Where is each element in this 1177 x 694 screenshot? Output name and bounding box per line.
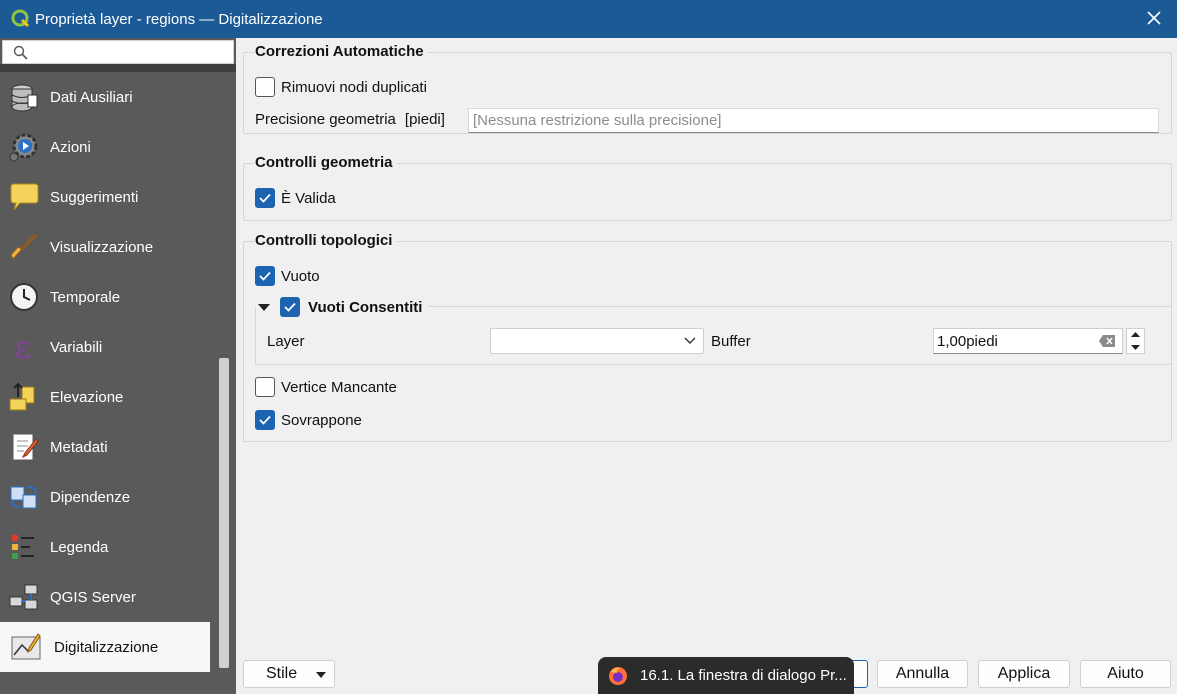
allowed-gaps-checkbox[interactable] <box>280 297 300 317</box>
brush-icon <box>7 230 41 264</box>
remove-duplicates-checkbox[interactable] <box>255 77 275 97</box>
style-button-label: Stile <box>266 665 298 682</box>
precision-input[interactable]: [Nessuna restrizione sulla precisione] <box>468 108 1159 133</box>
spin-down-icon[interactable] <box>1127 341 1144 353</box>
apply-button[interactable]: Applica <box>978 660 1070 688</box>
qgis-logo-icon <box>11 9 30 28</box>
main-panel: Correzioni Automatiche Rimuovi nodi dupl… <box>236 38 1177 694</box>
sidebar-item-label: Dati Ausiliari <box>50 88 133 106</box>
auto-corrections-title: Correzioni Automatiche <box>255 43 428 60</box>
buffer-value: 1,00piedi <box>937 333 998 350</box>
server-icon <box>7 580 41 614</box>
check-icon <box>259 415 271 425</box>
sidebar-item-label: Elevazione <box>50 388 124 406</box>
dependencies-icon <box>7 480 41 514</box>
cancel-button[interactable]: Annulla <box>877 660 968 688</box>
gap-row[interactable]: Vuoto <box>255 266 320 286</box>
allowed-gaps-header[interactable]: Vuoti Consentiti <box>256 297 429 317</box>
sidebar-item-label: Legenda <box>50 538 109 556</box>
sidebar-item-label: Suggerimenti <box>50 188 139 206</box>
missing-vertex-label: Vertice Mancante <box>281 378 397 396</box>
sidebar-item-azioni[interactable]: Azioni <box>0 122 210 172</box>
digitizing-icon <box>9 630 43 664</box>
gap-checkbox[interactable] <box>255 266 275 286</box>
elevation-icon <box>7 380 41 414</box>
title-bar: Proprietà layer - regions — Digitalizzaz… <box>0 0 1177 38</box>
check-icon <box>284 302 296 312</box>
legend-icon <box>7 530 41 564</box>
sidebar-item-metadati[interactable]: Metadati <box>0 422 210 472</box>
overlaps-row[interactable]: Sovrappone <box>255 410 362 430</box>
close-icon[interactable] <box>1145 9 1163 27</box>
buffer-label: Buffer <box>711 333 751 350</box>
missing-vertex-row[interactable]: Vertice Mancante <box>255 377 397 397</box>
precision-label: Precisione geometria <box>255 111 396 128</box>
gear-play-icon <box>7 130 41 164</box>
taskbar-preview-text: 16.1. La finestra di dialogo Pr... <box>640 667 847 684</box>
is-valid-row[interactable]: È Valida <box>255 188 336 208</box>
geometry-checks-title: Controlli geometria <box>255 154 397 171</box>
layer-combobox[interactable] <box>490 328 704 354</box>
missing-vertex-checkbox[interactable] <box>255 377 275 397</box>
remove-duplicates-label: Rimuovi nodi duplicati <box>281 78 427 96</box>
is-valid-checkbox[interactable] <box>255 188 275 208</box>
sidebar-item-label: Digitalizzazione <box>54 638 159 656</box>
sidebar-item-suggerimenti[interactable]: Suggerimenti <box>0 172 210 222</box>
buffer-spinner[interactable] <box>1126 328 1145 354</box>
help-button[interactable]: Aiuto <box>1080 660 1171 688</box>
collapse-triangle-icon[interactable] <box>256 299 272 315</box>
sidebar-item-elevazione[interactable]: Elevazione <box>0 372 210 422</box>
sidebar-item-dipendenze[interactable]: Dipendenze <box>0 472 210 522</box>
clock-icon <box>7 280 41 314</box>
overlaps-checkbox[interactable] <box>255 410 275 430</box>
sidebar-item-variabili[interactable]: ε Variabili <box>0 322 210 372</box>
allowed-gaps-label: Vuoti Consentiti <box>308 298 423 316</box>
precision-unit: [piedi] <box>404 111 445 128</box>
sidebar-item-temporale[interactable]: Temporale <box>0 272 210 322</box>
apply-button-label: Applica <box>997 665 1051 682</box>
speech-bubble-icon <box>7 180 41 214</box>
sidebar-nav: Dati Ausiliari Azioni Suggerimenti Visua… <box>0 72 210 672</box>
sidebar-item-label: Visualizzazione <box>50 238 154 256</box>
sidebar-scroll-thumb[interactable] <box>219 358 229 668</box>
chevron-down-icon <box>684 337 696 344</box>
help-button-label: Aiuto <box>1107 665 1144 682</box>
geometry-checks-group <box>243 163 1172 221</box>
overlaps-label: Sovrappone <box>281 411 362 429</box>
style-button[interactable]: Stile <box>243 660 335 688</box>
search-input[interactable] <box>2 40 234 64</box>
sidebar: Dati Ausiliari Azioni Suggerimenti Visua… <box>0 38 236 694</box>
sidebar-item-label: QGIS Server <box>50 588 136 606</box>
sidebar-item-visualizzazione[interactable]: Visualizzazione <box>0 222 210 272</box>
epsilon-icon: ε <box>7 330 41 364</box>
taskbar-preview[interactable]: 16.1. La finestra di dialogo Pr... <box>598 657 854 694</box>
document-pen-icon <box>7 430 41 464</box>
layer-label: Layer <box>267 333 305 350</box>
gap-label: Vuoto <box>281 267 320 285</box>
sidebar-item-label: Temporale <box>50 288 121 306</box>
check-icon <box>259 193 271 203</box>
firefox-icon <box>609 666 627 685</box>
database-icon <box>7 80 41 114</box>
dropdown-arrow-icon <box>316 672 326 678</box>
svg-text:ε: ε <box>15 331 31 363</box>
topology-checks-title: Controlli topologici <box>255 232 397 249</box>
sidebar-item-label: Variabili <box>50 338 103 356</box>
sidebar-item-label: Metadati <box>50 438 108 456</box>
remove-duplicates-row[interactable]: Rimuovi nodi duplicati <box>255 77 427 97</box>
buffer-input[interactable]: 1,00piedi <box>933 328 1123 354</box>
check-icon <box>259 271 271 281</box>
spin-up-icon[interactable] <box>1127 329 1144 341</box>
is-valid-label: È Valida <box>281 189 336 207</box>
cancel-button-label: Annulla <box>895 665 950 682</box>
sidebar-item-label: Dipendenze <box>50 488 131 506</box>
search-icon <box>13 45 28 60</box>
sidebar-item-legenda[interactable]: Legenda <box>0 522 210 572</box>
sidebar-item-dati-ausiliari[interactable]: Dati Ausiliari <box>0 72 210 122</box>
clear-icon[interactable] <box>1098 334 1116 348</box>
sidebar-item-qgis-server[interactable]: QGIS Server <box>0 572 210 622</box>
sidebar-item-label: Azioni <box>50 138 91 156</box>
sidebar-item-digitalizzazione[interactable]: Digitalizzazione <box>0 622 210 672</box>
window-title: Proprietà layer - regions — Digitalizzaz… <box>35 10 323 28</box>
